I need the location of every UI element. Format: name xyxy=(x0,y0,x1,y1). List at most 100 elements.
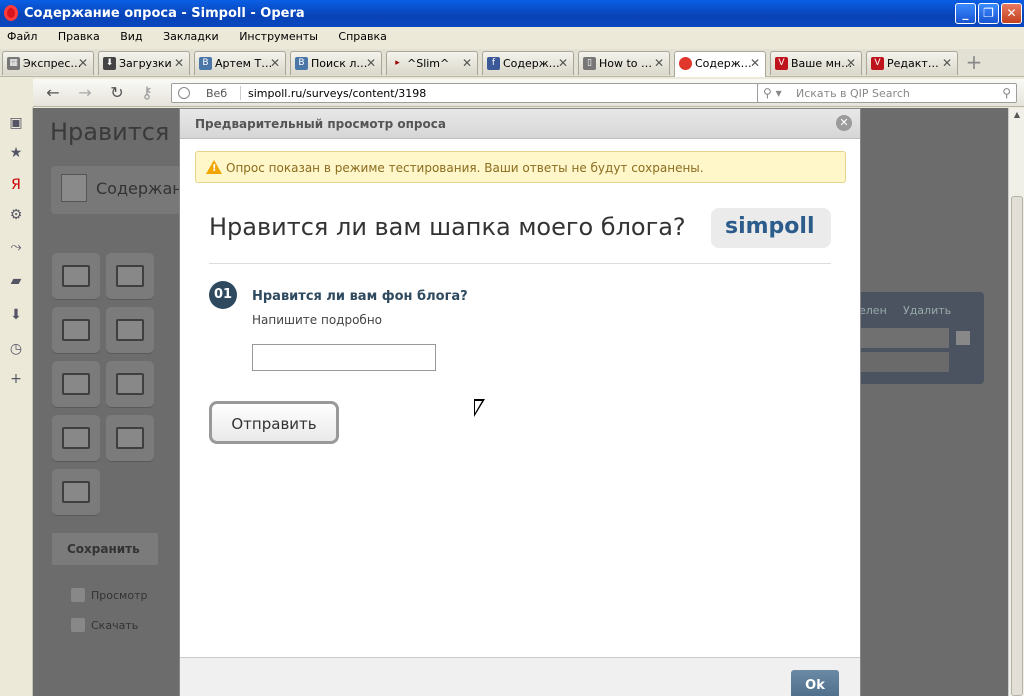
tab-label: How to … xyxy=(599,57,653,70)
scroll-up-icon[interactable]: ▲ xyxy=(1011,110,1023,122)
tab-close-icon[interactable]: ✕ xyxy=(270,56,280,70)
maximize-button[interactable]: ❐ xyxy=(978,3,999,24)
tab-editor[interactable]: V Редакт… ✕ xyxy=(866,51,958,75)
tab-close-icon[interactable]: ✕ xyxy=(654,56,664,70)
brand-text: simpoll xyxy=(725,214,815,239)
textarea-tool-icon xyxy=(106,307,154,353)
tab-howto[interactable]: ▯ How to … ✕ xyxy=(578,51,670,75)
scroll-thumb[interactable] xyxy=(1011,196,1023,696)
divider xyxy=(209,263,831,264)
bg-checkbox xyxy=(956,331,970,345)
menu-view[interactable]: Вид xyxy=(120,27,142,43)
add-panel-icon[interactable]: + xyxy=(8,371,24,387)
tab-current[interactable]: Содерж… ✕ xyxy=(674,51,766,77)
warning-icon: ! xyxy=(206,160,222,174)
tab-close-icon[interactable]: ✕ xyxy=(462,56,472,70)
tab-close-icon[interactable]: ✕ xyxy=(846,56,856,70)
question-hint: Напишите подробно xyxy=(252,313,383,327)
search-placeholder: Искать в QIP Search xyxy=(796,87,910,100)
tab-close-icon[interactable]: ✕ xyxy=(750,56,760,70)
window-titlebar: Содержание опроса - Simpoll - Opera _ ❐ … xyxy=(0,0,1024,27)
download-icon: ⬇ xyxy=(103,57,116,70)
tab-close-icon[interactable]: ✕ xyxy=(366,56,376,70)
bg-rename-label: елен xyxy=(859,304,887,317)
yandex-icon[interactable]: Я xyxy=(8,177,24,193)
mouse-cursor-icon xyxy=(474,399,485,417)
window-title: Содержание опроса - Simpoll - Opera xyxy=(24,6,305,21)
answer-input[interactable] xyxy=(252,344,436,371)
tab-label: Содерж… xyxy=(503,57,560,70)
modal-close-icon[interactable]: ✕ xyxy=(836,115,852,131)
search-go-icon[interactable]: ⚲ xyxy=(1002,86,1011,100)
side-panel: ▣ ★ Я ⚙ ⤳ ▰ ⬇ ◷ + xyxy=(0,107,33,696)
warning-banner: ! Опрос показан в режиме тестирования. В… xyxy=(195,151,846,183)
modal-header: Предварительный просмотр опроса ✕ xyxy=(180,109,860,139)
ok-label: Ok xyxy=(805,678,825,693)
tab-vk-2[interactable]: B Поиск л… ✕ xyxy=(290,51,382,75)
preview-modal: Предварительный просмотр опроса ✕ ! Опро… xyxy=(179,108,861,696)
preview-icon xyxy=(71,588,85,602)
tab-facebook[interactable]: f Содерж… ✕ xyxy=(482,51,574,75)
tab-close-icon[interactable]: ✕ xyxy=(78,56,88,70)
gear-icon[interactable]: ⚙ xyxy=(8,207,24,223)
bg-field xyxy=(859,328,949,348)
tab-label: ^Slim^ xyxy=(407,57,450,70)
pencil-icon xyxy=(61,174,87,202)
menu-help[interactable]: Справка xyxy=(338,27,386,43)
menu-bookmarks[interactable]: Закладки xyxy=(163,27,219,43)
survey-title: Нравится ли вам шапка моего блога? xyxy=(209,213,686,241)
opera-logo-icon xyxy=(4,5,18,21)
tab-slim[interactable]: ▸ ^Slim^ ✕ xyxy=(386,51,478,75)
bg-content-tab: Содержан xyxy=(51,166,183,214)
form-tool-icon xyxy=(52,361,100,407)
star-icon[interactable]: ★ xyxy=(8,145,24,161)
page-viewport: Нравится Содержан Сохранить Просмотр Ска… xyxy=(33,108,1008,696)
menu-file[interactable]: Файл xyxy=(7,27,37,43)
tab-downloads[interactable]: ⬇ Загрузки ✕ xyxy=(98,51,190,75)
list-tool-icon xyxy=(52,253,100,299)
address-separator xyxy=(240,86,241,100)
menu-edit[interactable]: Правка xyxy=(58,27,100,43)
bookmarks-panel-icon[interactable]: ▣ xyxy=(8,115,24,131)
dropdown-tool-icon xyxy=(106,361,154,407)
menu-tools[interactable]: Инструменты xyxy=(239,27,318,43)
key-icon[interactable]: ⚷ xyxy=(137,83,157,102)
vertical-scrollbar[interactable]: ▲ xyxy=(1008,108,1024,696)
reload-icon[interactable]: ↻ xyxy=(107,83,127,102)
new-tab-button[interactable]: + xyxy=(964,52,984,73)
simpoll-icon: V xyxy=(871,57,884,70)
ok-button[interactable]: Ok xyxy=(791,670,839,696)
tab-close-icon[interactable]: ✕ xyxy=(174,56,184,70)
tab-vk-1[interactable]: B Артем Т… ✕ xyxy=(194,51,286,75)
facebook-icon: f xyxy=(487,57,500,70)
url-text: simpoll.ru/surveys/content/3198 xyxy=(248,87,427,100)
address-toolbar: ← → ↻ ⚷ Веб simpoll.ru/surveys/content/3… xyxy=(33,79,1024,107)
share-icon[interactable]: ⤳ xyxy=(8,239,24,255)
downloads-panel-icon[interactable]: ⬇ xyxy=(8,307,24,323)
tab-bar: ▦ Экспрес… ✕ ⬇ Загрузки ✕ B Артем Т… ✕ B… xyxy=(0,49,1024,77)
bg-tab-label: Содержан xyxy=(96,179,183,198)
history-icon[interactable]: ◷ xyxy=(8,341,24,357)
tab-close-icon[interactable]: ✕ xyxy=(942,56,952,70)
bg-download-link: Скачать xyxy=(71,618,138,632)
minimize-button[interactable]: _ xyxy=(955,3,976,24)
tab-speed-dial[interactable]: ▦ Экспрес… ✕ xyxy=(2,51,94,75)
simpoll-icon xyxy=(679,57,692,70)
address-field[interactable]: Веб simpoll.ru/surveys/content/3198 ★ xyxy=(171,83,783,103)
tab-close-icon[interactable]: ✕ xyxy=(558,56,568,70)
forward-icon[interactable]: → xyxy=(75,83,95,102)
bg-save-label: Сохранить xyxy=(67,542,140,556)
page-icon: ▯ xyxy=(583,57,596,70)
back-icon[interactable]: ← xyxy=(43,83,63,102)
tab-label: Содерж… xyxy=(695,57,752,70)
pdf-icon xyxy=(71,618,85,632)
close-button[interactable]: ✕ xyxy=(1001,3,1022,24)
search-input[interactable]: ⚲ ▾ Искать в QIP Search ⚲ xyxy=(757,83,1017,103)
notes-icon[interactable]: ▰ xyxy=(8,273,24,289)
tab-opinion[interactable]: V Ваше мн… ✕ xyxy=(770,51,862,75)
bg-page-title: Нравится xyxy=(50,118,170,146)
submit-button[interactable]: Отправить xyxy=(209,401,339,444)
number-tool-icon xyxy=(52,415,100,461)
search-icon[interactable]: ⚲ ▾ xyxy=(763,86,782,100)
question-number: 01 xyxy=(209,281,237,309)
